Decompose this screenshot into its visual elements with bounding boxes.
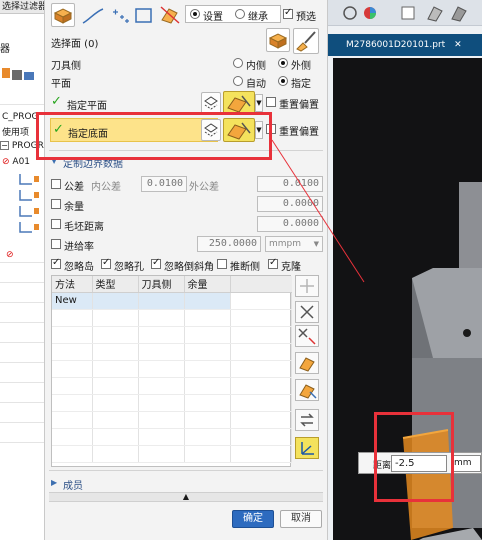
annotation-pointer-line [271, 139, 365, 283]
